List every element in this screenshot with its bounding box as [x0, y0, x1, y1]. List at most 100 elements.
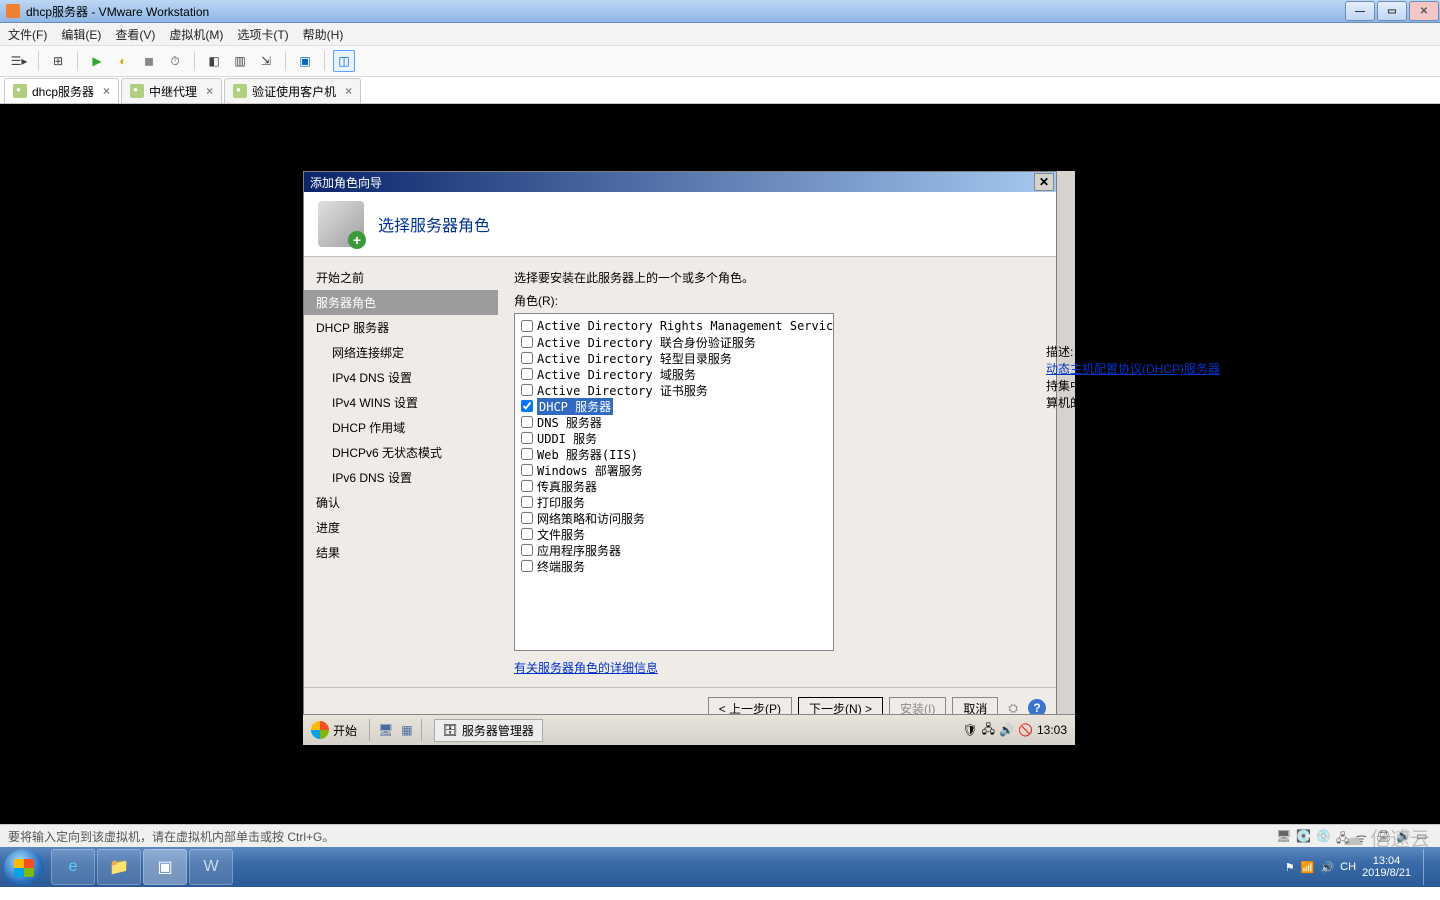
menu-view[interactable]: 查看(V): [115, 26, 155, 43]
wizard-nav-item[interactable]: 结果: [304, 540, 498, 565]
role-checkbox[interactable]: [521, 384, 533, 396]
tray-lang[interactable]: CH: [1340, 861, 1356, 873]
suspend-icon[interactable]: ◐: [112, 50, 134, 72]
close-button[interactable]: ✕: [1409, 1, 1439, 21]
thumbnail-icon[interactable]: ⊞: [47, 50, 69, 72]
role-checkbox-row[interactable]: Web 服务器(IIS): [519, 446, 829, 462]
show-desktop-icon[interactable]: 🖥: [378, 723, 393, 737]
close-icon[interactable]: ×: [206, 84, 213, 98]
role-checkbox-row[interactable]: UDDI 服务: [519, 430, 829, 446]
role-checkbox-row[interactable]: Active Directory 证书服务: [519, 382, 829, 398]
menu-tabs[interactable]: 选项卡(T): [237, 26, 288, 43]
role-checkbox[interactable]: [521, 352, 533, 364]
guest-display[interactable]: 添加角色向导 ✕ 选择服务器角色 开始之前服务器角色DHCP 服务器网络连接绑定…: [0, 104, 1440, 824]
role-checkbox[interactable]: [521, 544, 533, 556]
fullscreen-icon[interactable]: ▣: [294, 50, 316, 72]
role-checkbox[interactable]: [521, 336, 533, 348]
role-checkbox-row[interactable]: 应用程序服务器: [519, 542, 829, 558]
taskbar-explorer-icon[interactable]: 📁: [97, 849, 141, 885]
tab-dhcp-server[interactable]: dhcp服务器 ×: [4, 78, 119, 103]
tray-security-icon[interactable]: 🛡: [962, 723, 977, 737]
close-icon[interactable]: ×: [345, 84, 352, 98]
role-checkbox[interactable]: [521, 320, 533, 332]
role-checkbox-row[interactable]: DHCP 服务器: [519, 398, 829, 414]
menu-edit[interactable]: 编辑(E): [61, 26, 101, 43]
stretch-icon[interactable]: ⇲: [255, 50, 277, 72]
role-checkbox[interactable]: [521, 368, 533, 380]
role-checkbox[interactable]: [521, 528, 533, 540]
role-checkbox-row[interactable]: DNS 服务器: [519, 414, 829, 430]
guest-clock[interactable]: 13:03: [1037, 723, 1067, 737]
wizard-nav-item[interactable]: 服务器角色: [304, 290, 498, 315]
tray-blocked-icon[interactable]: 🚫: [1018, 723, 1033, 737]
device-cd-icon[interactable]: 💿: [1316, 829, 1332, 843]
power-on-icon[interactable]: ▶: [86, 50, 108, 72]
host-clock[interactable]: 13:042019/8/21: [1362, 855, 1411, 879]
dhcp-desc-link[interactable]: 动态主机配置协议(DHCP)服务器: [1046, 362, 1220, 376]
wizard-nav-item[interactable]: DHCP 作用域: [304, 415, 498, 440]
device-hdd-icon[interactable]: 💽: [1296, 829, 1312, 843]
wizard-close-button[interactable]: ✕: [1034, 173, 1054, 191]
wizard-nav-item[interactable]: 开始之前: [304, 265, 498, 290]
wizard-nav-item[interactable]: 进度: [304, 515, 498, 540]
wizard-nav-item[interactable]: DHCP 服务器: [304, 315, 498, 340]
role-checkbox-row[interactable]: 打印服务: [519, 494, 829, 510]
library-icon[interactable]: ☰▸: [8, 50, 30, 72]
guest-start-button[interactable]: 开始: [303, 715, 365, 745]
roles-listbox[interactable]: Active Directory Rights Management Servi…: [514, 313, 834, 651]
device-monitor-icon[interactable]: 🖥: [1276, 829, 1292, 843]
tab-verify-client[interactable]: 验证使用客户机 ×: [224, 78, 361, 103]
role-checkbox-row[interactable]: Windows 部署服务: [519, 462, 829, 478]
wizard-nav-item[interactable]: DHCPv6 无状态模式: [304, 440, 498, 465]
host-start-button[interactable]: [4, 849, 44, 885]
role-checkbox[interactable]: [521, 448, 533, 460]
multimon-icon[interactable]: ▥: [229, 50, 251, 72]
role-checkbox[interactable]: [521, 560, 533, 572]
role-checkbox-row[interactable]: 文件服务: [519, 526, 829, 542]
role-checkbox-row[interactable]: 终端服务: [519, 558, 829, 574]
close-icon[interactable]: ×: [103, 84, 110, 98]
taskbar-vmware-icon[interactable]: ▣: [143, 849, 187, 885]
role-checkbox-row[interactable]: Active Directory Rights Management Servi…: [519, 318, 829, 334]
role-checkbox[interactable]: [521, 432, 533, 444]
taskbar-server-manager[interactable]: 🗄 服务器管理器: [434, 719, 543, 742]
snapshot-icon[interactable]: ⏱: [164, 50, 186, 72]
taskbar-ie-icon[interactable]: e: [51, 849, 95, 885]
menu-help[interactable]: 帮助(H): [303, 26, 344, 43]
role-checkbox[interactable]: [521, 400, 533, 412]
wizard-nav-item[interactable]: 确认: [304, 490, 498, 515]
tray-volume-icon[interactable]: 🔊: [999, 723, 1014, 737]
wizard-titlebar[interactable]: 添加角色向导 ✕: [304, 172, 1056, 192]
taskbar-word-icon[interactable]: W: [189, 849, 233, 885]
unity-icon[interactable]: ◧: [203, 50, 225, 72]
wizard-nav-item[interactable]: IPv4 DNS 设置: [304, 365, 498, 390]
role-checkbox[interactable]: [521, 496, 533, 508]
maximize-button[interactable]: ▭: [1377, 1, 1407, 21]
role-checkbox[interactable]: [521, 480, 533, 492]
wizard-nav-item[interactable]: IPv4 WINS 设置: [304, 390, 498, 415]
wizard-nav-item[interactable]: IPv6 DNS 设置: [304, 465, 498, 490]
tab-relay-agent[interactable]: 中继代理 ×: [121, 78, 222, 103]
role-checkbox[interactable]: [521, 512, 533, 524]
role-checkbox-row[interactable]: 网络策略和访问服务: [519, 510, 829, 526]
console-icon[interactable]: ◫: [333, 50, 355, 72]
role-checkbox[interactable]: [521, 464, 533, 476]
host-system-tray: ⚑ 📶 🔊 CH 13:042019/8/21: [1285, 849, 1440, 885]
more-info-link[interactable]: 有关服务器角色的详细信息: [514, 659, 658, 676]
menu-vm[interactable]: 虚拟机(M): [169, 26, 223, 43]
wizard-nav-item[interactable]: 网络连接绑定: [304, 340, 498, 365]
tray-network-icon[interactable]: 📶: [1301, 861, 1315, 874]
role-checkbox[interactable]: [521, 416, 533, 428]
tray-flag-icon[interactable]: ⚑: [1285, 861, 1295, 874]
tray-volume-icon[interactable]: 🔊: [1320, 861, 1334, 874]
quick-launch-icon[interactable]: ▦: [401, 723, 412, 737]
show-desktop-button[interactable]: [1423, 849, 1434, 885]
power-off-icon[interactable]: ◼: [138, 50, 160, 72]
minimize-button[interactable]: —: [1345, 1, 1375, 21]
role-checkbox-row[interactable]: Active Directory 域服务: [519, 366, 829, 382]
role-checkbox-row[interactable]: Active Directory 联合身份验证服务: [519, 334, 829, 350]
menu-file[interactable]: 文件(F): [8, 26, 47, 43]
role-checkbox-row[interactable]: 传真服务器: [519, 478, 829, 494]
tray-network-icon[interactable]: 🖧: [982, 720, 995, 741]
role-checkbox-row[interactable]: Active Directory 轻型目录服务: [519, 350, 829, 366]
